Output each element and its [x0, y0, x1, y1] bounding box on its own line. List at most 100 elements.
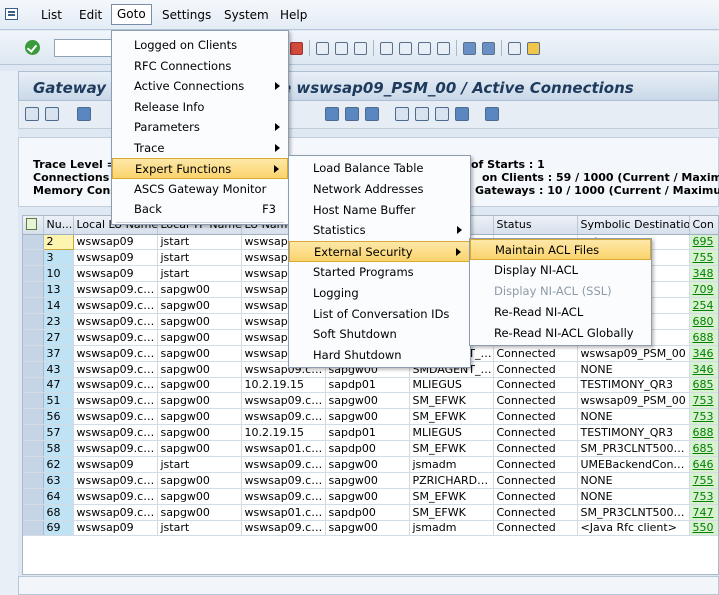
menu-item-load-balance-table[interactable]: Load Balance Table [289, 158, 470, 179]
connection-link[interactable]: 348 [689, 265, 718, 283]
menu-item-hard-shutdown[interactable]: Hard Shutdown [289, 345, 470, 366]
column-header[interactable]: Nu... [43, 216, 74, 235]
column-header[interactable]: Symbolic Destination [577, 216, 690, 235]
connection-link[interactable]: 747 [689, 504, 718, 521]
row-selector[interactable] [23, 472, 44, 489]
row-selector[interactable] [23, 281, 44, 299]
row-selector[interactable] [23, 504, 44, 521]
connection-link[interactable]: 753 [689, 408, 718, 426]
connection-link[interactable]: 709 [689, 281, 718, 299]
connection-link[interactable]: 254 [689, 297, 718, 314]
column-header[interactable]: Status [493, 216, 578, 235]
menu-item-external-security[interactable]: External Security [289, 241, 470, 262]
connection-link[interactable]: 688 [689, 424, 718, 442]
refresh-icon[interactable] [25, 107, 39, 121]
menu-item-re-read-ni-acl[interactable]: Re-Read NI-ACL [470, 302, 651, 323]
menu-item-started-programs[interactable]: Started Programs [289, 262, 470, 283]
details-icon[interactable] [77, 107, 91, 121]
connection-link[interactable]: 680 [689, 313, 718, 330]
menu-goto[interactable]: Goto [111, 4, 152, 25]
filter-icon[interactable] [395, 107, 409, 121]
row-selector[interactable] [23, 329, 44, 346]
previous-page-icon[interactable] [399, 41, 412, 55]
menu-item-release-info[interactable]: Release Info [112, 97, 288, 118]
row-selector[interactable] [23, 456, 44, 473]
select-all-cell[interactable] [23, 216, 44, 235]
menu-item-re-read-ni-acl-globally[interactable]: Re-Read NI-ACL Globally [470, 323, 651, 344]
connection-link[interactable]: 346 [689, 345, 718, 362]
table-row[interactable]: 58 wswsap09.cor... sapgw00 wswsap01.cor... s… [23, 440, 718, 457]
create-session-icon[interactable] [463, 41, 476, 55]
menu-item-active-connections[interactable]: Active Connections [112, 76, 288, 97]
menu-item-parameters[interactable]: Parameters [112, 117, 288, 138]
row-selector[interactable] [23, 520, 44, 537]
row-selector[interactable] [23, 377, 44, 394]
connection-link[interactable]: 753 [689, 488, 718, 505]
connection-link[interactable]: 685 [689, 440, 718, 457]
layout-icon[interactable] [365, 107, 379, 121]
menu-item-list-of-conversation-ids[interactable]: List of Conversation IDs [289, 304, 470, 325]
menu-item-logging[interactable]: Logging [289, 283, 470, 304]
find-next-icon[interactable] [354, 41, 367, 55]
row-selector[interactable] [23, 265, 44, 283]
menu-item-maintain-acl-files[interactable]: Maintain ACL Files [470, 239, 651, 260]
connection-link[interactable]: 646 [689, 456, 718, 473]
export-icon[interactable] [415, 107, 429, 121]
menu-edit[interactable]: Edit [79, 8, 102, 22]
row-selector[interactable] [23, 424, 44, 442]
row-selector[interactable] [23, 345, 44, 362]
row-selector[interactable] [23, 440, 44, 457]
table-icon[interactable] [325, 107, 339, 121]
cancel-icon[interactable] [290, 41, 303, 55]
help-icon[interactable] [508, 41, 521, 55]
menu-item-back[interactable]: Back F3 [112, 199, 288, 220]
app-menu-icon[interactable] [5, 8, 18, 20]
table-row[interactable]: 57 wswsap09.cor... sapgw00 10.2.19.15 sapdp0… [23, 424, 718, 442]
table-row[interactable]: 68 wswsap09.cor... sapgw00 wswsap01.cor... s… [23, 504, 718, 521]
menu-item-expert-functions[interactable]: Expert Functions [112, 158, 288, 179]
last-page-icon[interactable] [437, 41, 450, 55]
menu-item-rfc-connections[interactable]: RFC Connections [112, 56, 288, 77]
menu-item-ascs-gateway-monitor[interactable]: ASCS Gateway Monitor [112, 179, 288, 200]
table-row[interactable]: 56 wswsap09.cor... sapgw00 wswsap09.cor... s… [23, 408, 718, 426]
ok-icon[interactable] [25, 40, 40, 55]
row-selector[interactable] [23, 234, 44, 251]
menu-item-soft-shutdown[interactable]: Soft Shutdown [289, 324, 470, 345]
select-all-icon[interactable] [26, 218, 37, 231]
menu-item-network-addresses[interactable]: Network Addresses [289, 179, 470, 200]
next-page-icon[interactable] [418, 41, 431, 55]
table-row[interactable]: 51 wswsap09.cor... sapgw00 wswsap09.cor... s… [23, 392, 718, 410]
connection-link[interactable]: 346 [689, 361, 718, 378]
info-icon[interactable] [485, 107, 499, 121]
table-row[interactable]: 62 wswsap09 jstart wswsap09.cor... sapgw00 js… [23, 456, 718, 473]
row-selector[interactable] [23, 408, 44, 426]
connection-link[interactable]: 550 [689, 520, 718, 537]
menu-item-trace[interactable]: Trace [112, 138, 288, 159]
menu-item-display-ni-acl-ssl[interactable]: Display NI-ACL (SSL) [470, 281, 651, 302]
shortcut-icon[interactable] [482, 41, 495, 55]
row-selector[interactable] [23, 361, 44, 378]
table-row[interactable]: 69 wswsap09 jstart wswsap09.cor... sapgw00 js… [23, 520, 718, 537]
row-selector[interactable] [23, 313, 44, 330]
table-row[interactable]: 63 wswsap09.cor... sapgw00 wswsap09.cor... s… [23, 472, 718, 489]
menu-help[interactable]: Help [280, 8, 307, 22]
row-selector[interactable] [23, 392, 44, 410]
layout-menu-icon[interactable] [527, 41, 540, 55]
connection-link[interactable]: 755 [689, 249, 718, 267]
columns-icon[interactable] [345, 107, 359, 121]
menu-item-logged-on-clients[interactable]: Logged on Clients [112, 35, 288, 56]
print-icon[interactable] [316, 41, 329, 55]
column-header[interactable]: Con [689, 216, 718, 235]
menu-list[interactable]: List [41, 8, 62, 22]
menu-item-host-name-buffer[interactable]: Host Name Buffer [289, 200, 470, 221]
row-selector[interactable] [23, 488, 44, 505]
menu-settings[interactable]: Settings [162, 8, 211, 22]
row-selector[interactable] [23, 249, 44, 267]
graphic-icon[interactable] [435, 107, 449, 121]
connection-link[interactable]: 695 [689, 234, 718, 251]
connection-link[interactable]: 685 [689, 377, 718, 394]
row-selector[interactable] [23, 297, 44, 314]
menu-item-display-ni-acl[interactable]: Display NI-ACL [470, 260, 651, 281]
menu-item-statistics[interactable]: Statistics [289, 220, 470, 241]
connection-link[interactable]: 688 [689, 329, 718, 346]
